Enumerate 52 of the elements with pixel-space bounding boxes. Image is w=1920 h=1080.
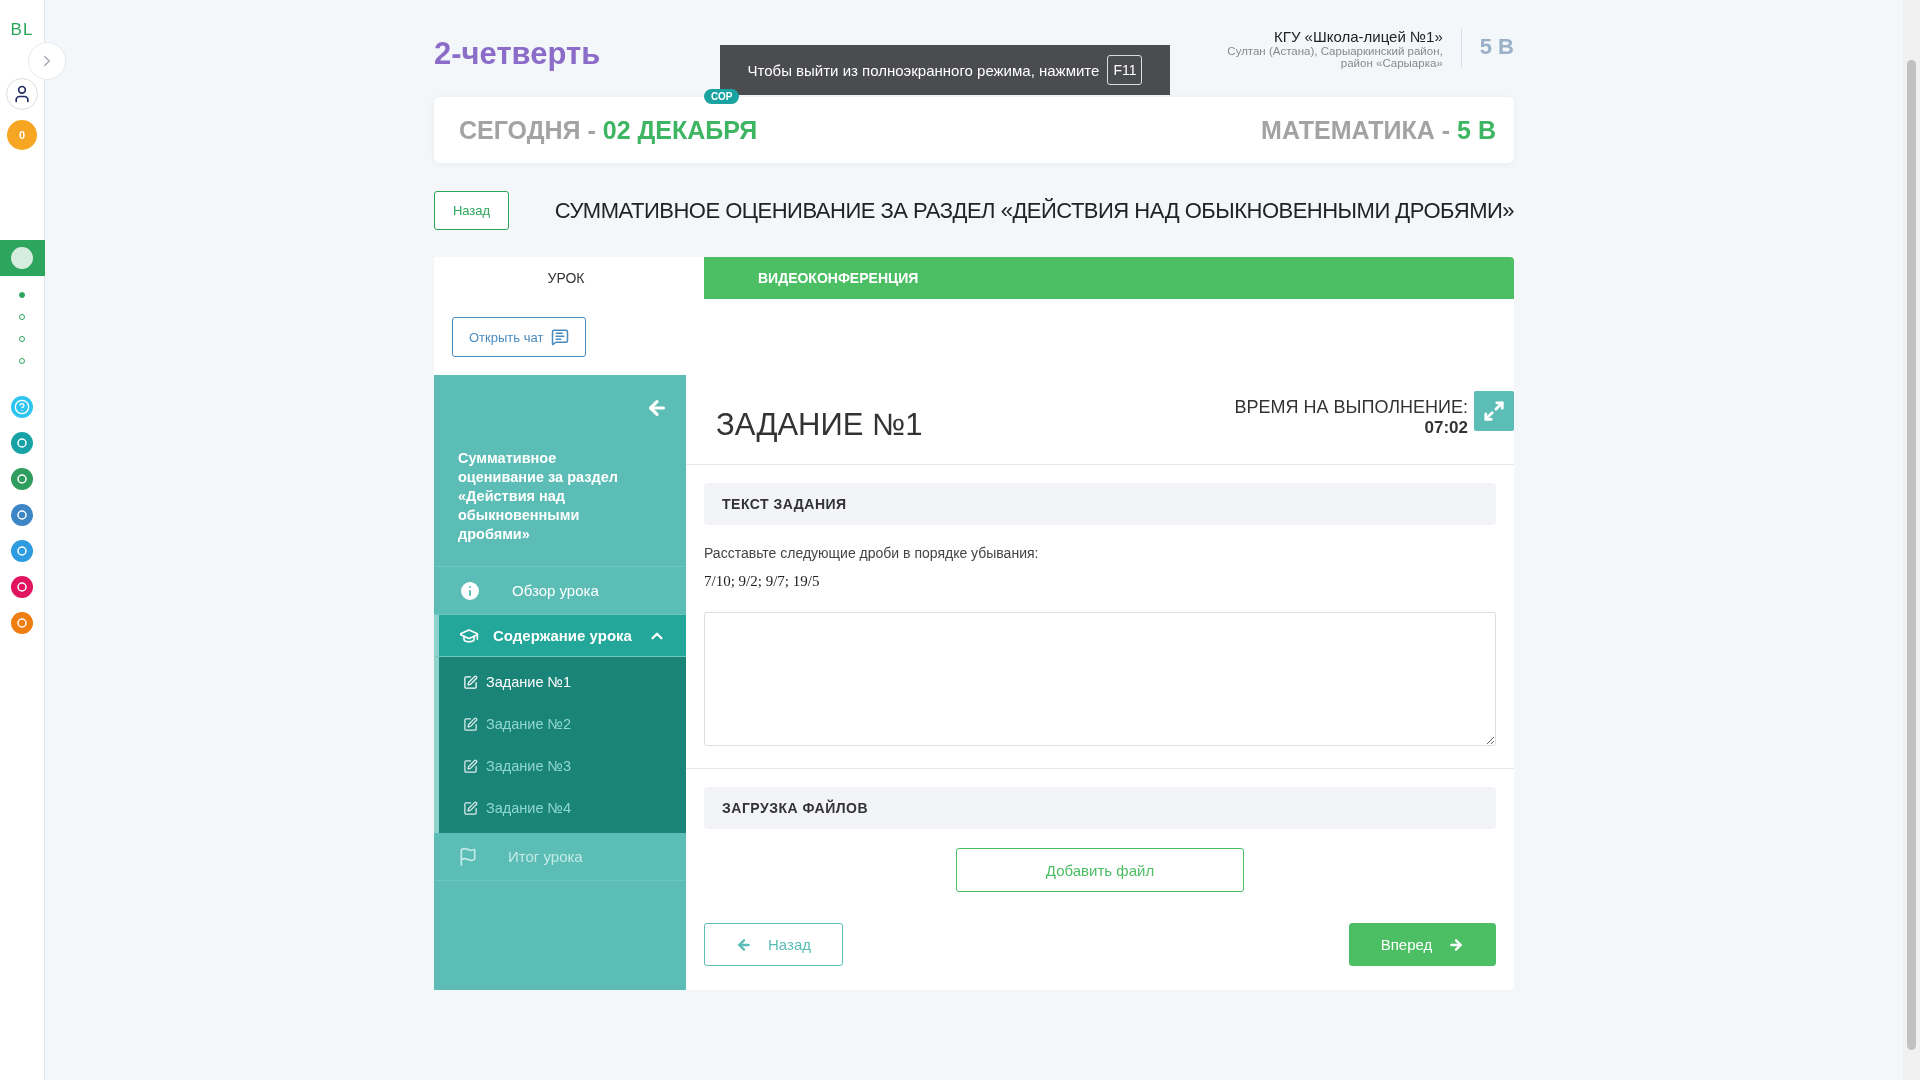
- task-prompt: Расставьте следующие дроби в порядке убывания:: [704, 545, 1040, 561]
- lesson-title: СУММАТИВНОЕ ОЦЕНИВАНИЕ ЗА РАЗДЕЛ «ДЕЙСТВИЯ НАД ОБЫКНОВЕННЫМИ ДРОБЯМИ»: [554, 197, 1514, 224]
- school-name: КГУ «Школа-лицей №1»: [1274, 28, 1443, 45]
- back-button[interactable]: Назад: [434, 191, 509, 230]
- task-nav-item[interactable]: Задание №3: [439, 745, 686, 787]
- section-heading: ТЕКСТ ЗАДАНИЯ: [704, 483, 1496, 525]
- edit-icon: [463, 716, 478, 732]
- app-icon[interactable]: [0, 240, 45, 276]
- previous-button[interactable]: Назад: [704, 923, 843, 966]
- chat-icon: [551, 328, 570, 346]
- arrow-right-icon: [1448, 936, 1465, 953]
- next-button[interactable]: Вперед: [1349, 923, 1496, 966]
- task-fractions: 7/10; 9/2; 9/7; 19/5: [704, 573, 821, 590]
- tab[interactable]: ВИДЕОКОНФЕРЕНЦИЯ: [704, 257, 1514, 299]
- quarter-title: 2-четверть: [434, 36, 601, 72]
- notice-text: Чтобы выйти из полноэкранного режима, нажмите: [747, 61, 1100, 79]
- nav-item[interactable]: Содержание урока: [434, 615, 686, 657]
- sor-badge: СОР: [704, 89, 740, 104]
- task-nav-item[interactable]: Задание №2: [439, 703, 686, 745]
- app-icon[interactable]: [11, 468, 33, 490]
- expand-icon: [1483, 400, 1505, 422]
- add-file-button[interactable]: Добавить файл: [956, 848, 1244, 892]
- section-heading: ЗАГРУЗКА ФАЙЛОВ: [704, 787, 1496, 829]
- edit-icon: [463, 758, 478, 774]
- nav-item-label: Содержание урока: [493, 627, 633, 644]
- app-icon[interactable]: [11, 432, 33, 454]
- class-label: 5 В: [1460, 28, 1514, 68]
- subject-label: МАТЕМАТИКА - 5 В: [1261, 115, 1496, 145]
- page-dot[interactable]: [19, 292, 25, 298]
- school-address: Султан (Астана), Сарыаркинский район, район «Сарыарка»: [1226, 45, 1443, 69]
- app-icon[interactable]: [11, 540, 33, 562]
- app-icon[interactable]: [11, 576, 33, 598]
- nav-item-label: Обзор урока: [512, 582, 600, 599]
- key-label: F11: [1107, 55, 1143, 85]
- flag-icon: [458, 846, 478, 867]
- task-title: ЗАДАНИЕ №1: [716, 407, 923, 444]
- task-nav-item[interactable]: Задание №1: [439, 661, 686, 703]
- help-icon[interactable]: [11, 396, 33, 418]
- nav-item-label: Итог урока: [508, 848, 584, 865]
- edit-icon: [463, 800, 478, 816]
- coins-badge: 0: [7, 120, 37, 150]
- edit-icon: [463, 674, 478, 690]
- date-label: СЕГОДНЯ - 02 ДЕКАБРЯ: [459, 115, 758, 145]
- task-nav-item[interactable]: Задание №4: [439, 787, 686, 829]
- lesson-nav-title: Суммативное оценивание за раздел «Действия над обыкновенными дробями»: [458, 449, 619, 544]
- logo[interactable]: BL: [10, 20, 34, 44]
- timer-label: ВРЕМЯ НА ВЫПОЛНЕНИЕ:: [1234, 397, 1468, 418]
- open-chat-button[interactable]: Открыть чат: [452, 317, 587, 357]
- fullscreen-button[interactable]: [1474, 391, 1514, 431]
- timer-value: 07:02: [1424, 418, 1468, 438]
- app-icon[interactable]: [11, 504, 33, 526]
- app-icon[interactable]: [11, 612, 33, 634]
